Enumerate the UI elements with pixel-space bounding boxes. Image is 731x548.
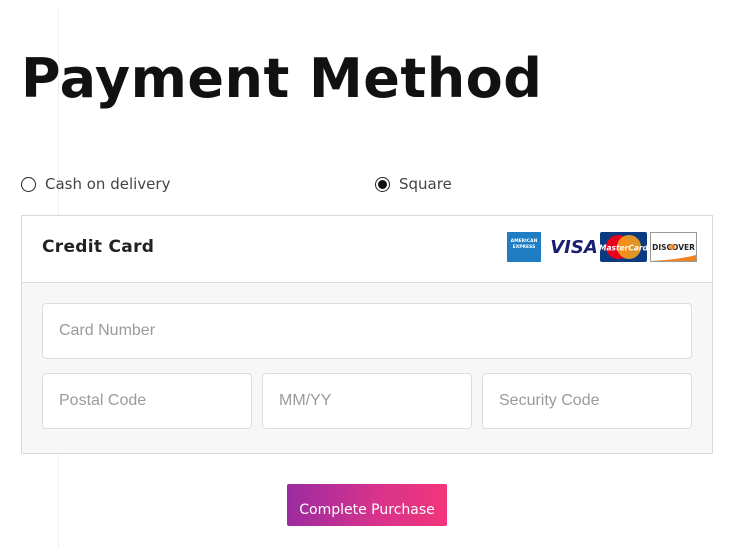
radio-label-square: Square xyxy=(399,175,452,193)
radio-option-cash-on-delivery[interactable]: Cash on delivery xyxy=(21,173,170,195)
mastercard-logo-icon: MasterCard xyxy=(600,232,647,262)
discover-logo-graphic: DISCOVER xyxy=(651,243,696,261)
radio-selected-dot xyxy=(378,179,387,189)
visa-logo-text: VISA xyxy=(550,236,598,258)
radio-label-cash-on-delivery: Cash on delivery xyxy=(45,175,171,193)
radio-option-square[interactable]: Square xyxy=(375,173,452,195)
expiry-date-input[interactable] xyxy=(262,373,472,429)
security-code-input[interactable] xyxy=(482,373,692,429)
mastercard-logo-text: MasterCard xyxy=(600,244,647,253)
credit-card-header: Credit Card AMERICAN EXPRESS VISA Master… xyxy=(22,216,712,283)
card-number-input[interactable] xyxy=(42,303,692,359)
discover-swoosh-icon xyxy=(651,255,696,261)
postal-code-input[interactable] xyxy=(42,373,252,429)
mastercard-circles-icon: MasterCard xyxy=(600,235,647,259)
radio-button-unchecked[interactable] xyxy=(21,176,36,192)
amex-logo-text: AMERICAN EXPRESS xyxy=(510,239,538,250)
discover-dot-icon xyxy=(669,244,675,250)
credit-card-panel: Credit Card AMERICAN EXPRESS VISA Master… xyxy=(21,215,713,454)
amex-logo-icon: AMERICAN EXPRESS xyxy=(507,232,541,262)
credit-card-title: Credit Card xyxy=(42,237,155,257)
visa-logo-icon: VISA xyxy=(550,232,598,262)
page-title: Payment Method xyxy=(21,47,543,110)
radio-button-checked[interactable] xyxy=(375,176,390,192)
complete-purchase-button[interactable]: Complete Purchase xyxy=(287,484,447,526)
discover-logo-icon: DISCOVER xyxy=(650,232,697,262)
